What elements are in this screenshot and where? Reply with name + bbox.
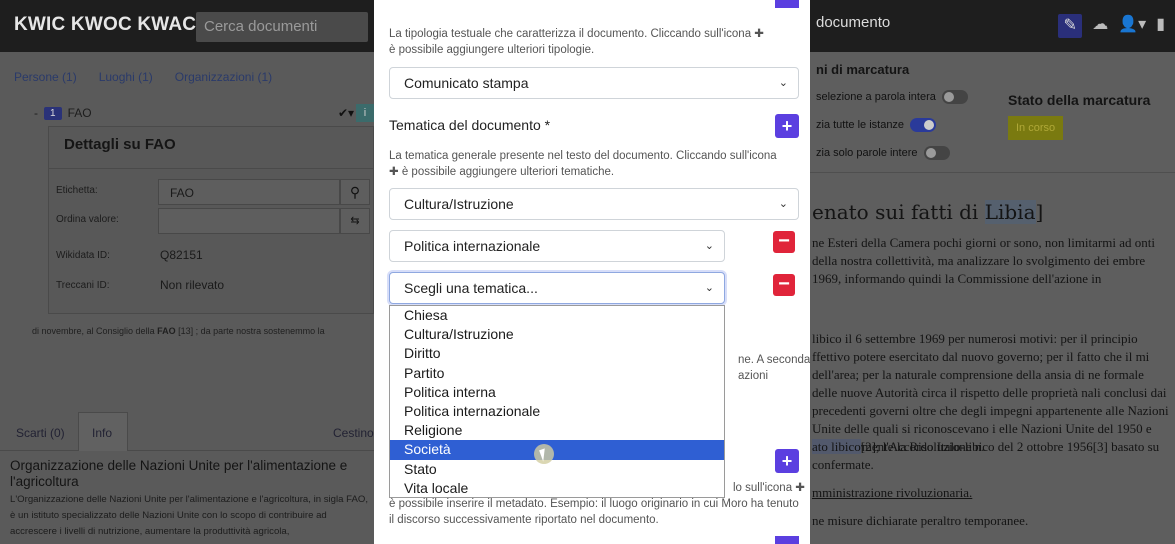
treccani-value: Non rilevato <box>160 278 225 292</box>
option-all-instances: zia tutte le istanze <box>816 118 937 132</box>
tematica-select-3[interactable]: Scegli una tematica... ⌄ <box>389 272 725 304</box>
toggle-switch[interactable] <box>941 90 968 104</box>
toggle-switch[interactable] <box>910 118 937 132</box>
status-badge: In corso <box>1008 116 1064 140</box>
options-title: ni di marcatura <box>816 62 910 77</box>
document-paragraph: ne misure dichiarate peraltro temporanee… <box>812 513 1029 528</box>
dropdown-option[interactable]: Cultura/Istruzione <box>390 325 724 344</box>
field-label: Etichetta: <box>56 185 98 196</box>
cloud-icon[interactable]: ☁ <box>1092 14 1108 38</box>
context-snippet: di novembre, al Consiglio della FAO [13]… <box>32 326 325 336</box>
hidden-description-tail: ne. A seconda <box>738 354 811 366</box>
entity-name: FAO <box>67 106 92 120</box>
chevron-down-icon: ⌄ <box>704 240 714 252</box>
metadata-description-tail: lo sull'icona ✚ <box>733 482 805 494</box>
toggle-switch[interactable] <box>923 146 950 160</box>
check-icon[interactable]: ✔▾ <box>338 106 354 120</box>
tematica-label: Tematica del documento * <box>389 117 551 133</box>
tab-info[interactable]: Info <box>92 426 112 440</box>
toolbar-icons: ✎ ☁ 👤▾ ▮ <box>1058 14 1165 38</box>
highlighted-entity[interactable]: Libia <box>984 200 1036 224</box>
metadata-description: è possibile inserire il metadato. Esempi… <box>389 498 799 526</box>
dropdown-option[interactable]: Partito <box>390 364 724 383</box>
tematica-select-1[interactable]: Cultura/Istruzione ⌄ <box>389 188 799 220</box>
user-icon[interactable]: 👤▾ <box>1118 14 1146 38</box>
search-icon[interactable]: ⚲ <box>340 179 370 205</box>
ordina-valore-field[interactable] <box>158 208 340 234</box>
entity-row[interactable]: - 1 FAO <box>34 106 92 120</box>
marking-status-title: Stato della marcatura <box>1008 92 1151 108</box>
add-button-edge[interactable] <box>775 536 799 544</box>
tab-scarti[interactable]: Scarti (0) <box>16 426 65 440</box>
entity-count-badge: 1 <box>44 106 62 120</box>
tipologia-description: La tipologia testuale che caratterizza i… <box>389 28 764 56</box>
option-whole-word: selezione a parola intera <box>816 90 968 104</box>
document-heading: enato sui fatti di Libia] <box>812 200 1044 224</box>
dropdown-option[interactable]: Vita locale <box>390 479 724 498</box>
remove-tematica-button[interactable]: − <box>773 274 795 296</box>
tematica-dropdown-list: Chiesa Cultura/Istruzione Diritto Partit… <box>389 305 725 498</box>
details-title: Dettagli su FAO <box>64 136 176 153</box>
document-paragraph: ne Esteri della Camera pochi giorni or s… <box>812 235 1155 286</box>
tab-luoghi[interactable]: Luoghi (1) <box>99 70 153 84</box>
add-metadata-button[interactable]: + <box>775 449 799 473</box>
tematica-description: La tematica generale presente nel testo … <box>389 150 777 178</box>
tab-persone[interactable]: Persone (1) <box>14 70 77 84</box>
divider <box>48 168 374 169</box>
pencil-icon[interactable]: ✎ <box>1058 14 1083 38</box>
field-label: Treccani ID: <box>56 280 110 291</box>
chevron-down-icon: ⌄ <box>778 198 788 210</box>
dropdown-option[interactable]: Politica internazionale <box>390 402 724 421</box>
document-paragraph: mministrazione rivoluzionaria. <box>812 485 973 500</box>
field-label: Ordina valore: <box>56 214 119 225</box>
collapse-icon[interactable]: - <box>34 106 38 120</box>
dropdown-option[interactable]: Stato <box>390 460 724 479</box>
dropdown-option[interactable]: Politica interna <box>390 383 724 402</box>
tematica-select-2[interactable]: Politica internazionale ⌄ <box>389 230 725 262</box>
highlighted-entity[interactable]: ato libico <box>812 439 861 454</box>
info-icon[interactable]: i <box>356 104 374 122</box>
document-header-title: documento <box>816 14 891 31</box>
tipologia-select[interactable]: Comunicato stampa ⌄ <box>389 67 799 99</box>
save-icon[interactable]: ▮ <box>1156 14 1165 38</box>
etichetta-value: FAO <box>170 186 195 200</box>
search-input[interactable]: Cerca documenti <box>196 12 368 42</box>
tab-organizzazioni[interactable]: Organizzazioni (1) <box>175 70 272 84</box>
add-tematica-button[interactable]: + <box>775 114 799 138</box>
option-whole-words-only: zia solo parole intere <box>816 146 950 160</box>
dropdown-option[interactable]: Chiesa <box>390 306 724 325</box>
app-brand[interactable]: KWIC KWOC KWAC <box>14 14 196 36</box>
divider <box>810 172 1175 173</box>
field-label: Wikidata ID: <box>56 250 110 261</box>
document-paragraph: ato libico[2]; l'Accordo Italo-libico de… <box>812 439 1160 454</box>
sort-icon[interactable]: ⇆ <box>340 208 370 234</box>
org-description: L'Organizzazione delle Nazioni Unite per… <box>10 494 368 537</box>
add-button-edge[interactable] <box>775 0 799 8</box>
tab-cestino[interactable]: Cestino <box>333 426 374 440</box>
entity-tabs: Persone (1) Luoghi (1) Organizzazioni (1… <box>14 70 272 84</box>
dropdown-option-selected[interactable]: Società <box>390 440 724 460</box>
wikidata-value[interactable]: Q82151 <box>160 248 203 262</box>
dropdown-option[interactable]: Religione <box>390 421 724 440</box>
remove-tematica-button[interactable]: − <box>773 231 795 253</box>
hidden-description-tail: azioni <box>738 370 769 382</box>
dropdown-option[interactable]: Diritto <box>390 344 724 363</box>
org-title: Organizzazione delle Nazioni Unite per l… <box>10 458 348 489</box>
chevron-down-icon: ⌄ <box>778 77 788 89</box>
document-paragraph: confermate. <box>812 457 874 472</box>
snippet-entity[interactable]: FAO <box>157 326 176 336</box>
chevron-down-icon: ⌄ <box>704 282 714 294</box>
